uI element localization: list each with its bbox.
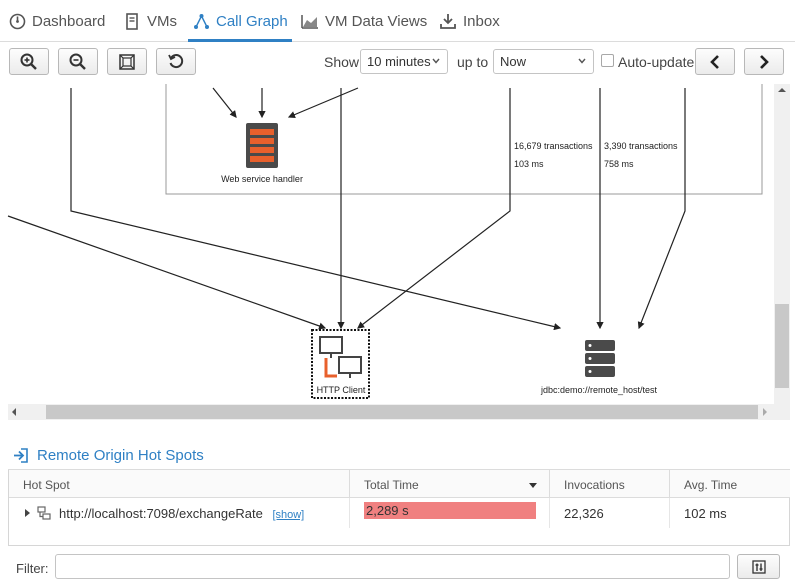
- jdbc-node: jdbc:demo://remote_host/test: [540, 340, 658, 395]
- previous-button[interactable]: [695, 48, 735, 75]
- horizontal-scrollbar[interactable]: [8, 404, 774, 420]
- column-header-total-time[interactable]: Total Time: [350, 470, 550, 498]
- graph-toolbar: Show 10 minutes up to Now Auto-update: [0, 42, 795, 84]
- edge: [357, 88, 511, 329]
- chevron-down-icon: [578, 58, 586, 64]
- column-header-label: Total Time: [364, 478, 419, 492]
- invocations-cell: 22,326: [550, 498, 670, 528]
- filter-options-button[interactable]: [737, 554, 780, 579]
- hot-spot-url: http://localhost:7098/exchangeRate: [59, 506, 263, 521]
- vm-icon: [123, 12, 141, 30]
- zoom-out-button[interactable]: [58, 48, 98, 75]
- show-label: Show: [324, 54, 360, 70]
- zoom-in-button[interactable]: [9, 48, 49, 75]
- edge: [637, 88, 686, 330]
- server-icon: [246, 123, 278, 168]
- web-service-handler-node: Web service handler: [221, 123, 303, 184]
- column-header-hot-spot[interactable]: Hot Spot: [9, 470, 350, 498]
- database-server-icon: [585, 340, 615, 377]
- show-link[interactable]: [show]: [272, 509, 304, 521]
- tab-dashboard[interactable]: Dashboard: [8, 0, 105, 42]
- scroll-right-icon[interactable]: [763, 408, 767, 416]
- edge-label-transactions: 3,390 transactions: [604, 141, 678, 151]
- edge: [70, 88, 562, 331]
- refresh-icon: [168, 53, 184, 68]
- time-range-select[interactable]: 10 minutes: [360, 49, 448, 74]
- edge: [212, 87, 237, 118]
- auto-update-label: Auto-update: [618, 54, 695, 70]
- upto-value: Now: [500, 54, 527, 69]
- tab-call-graph[interactable]: Call Graph: [188, 0, 292, 42]
- tab-label: VM Data Views: [325, 12, 428, 30]
- horizontal-scroll-thumb[interactable]: [46, 405, 758, 419]
- total-time-cell: 2,289 s: [350, 498, 550, 528]
- tab-label: Call Graph: [216, 12, 288, 30]
- main-tab-bar: Dashboard VMs Call Graph VM Data Views I…: [0, 0, 795, 42]
- column-header-label: Invocations: [564, 478, 625, 492]
- remote-origin-hot-spots-tab[interactable]: Remote Origin Hot Spots: [8, 440, 208, 471]
- chevron-down-icon: [432, 58, 440, 64]
- tab-vm-data-views[interactable]: VM Data Views: [301, 0, 427, 42]
- node-label: jdbc:demo://remote_host/test: [540, 385, 658, 395]
- dashboard-icon: [8, 12, 26, 30]
- scroll-up-icon[interactable]: [778, 88, 786, 92]
- chart-icon: [301, 12, 319, 30]
- node-label: HTTP Client: [317, 385, 366, 395]
- sort-descending-icon: [529, 483, 537, 488]
- total-time-value: 2,289 s: [366, 503, 409, 518]
- avg-time-cell: 102 ms: [684, 506, 727, 521]
- fit-icon: [119, 53, 135, 70]
- edge: [7, 215, 327, 330]
- http-client-node: HTTP Client: [311, 329, 370, 399]
- auto-update-checkbox[interactable]: [601, 54, 614, 67]
- time-range-value: 10 minutes: [367, 54, 431, 69]
- fit-to-window-button[interactable]: [107, 48, 147, 75]
- node-label: Web service handler: [221, 174, 303, 184]
- tab-label: VMs: [147, 12, 177, 30]
- total-time-bar: 2,289 s: [364, 502, 536, 519]
- tab-inbox[interactable]: Inbox: [439, 0, 500, 42]
- edge: [287, 87, 359, 118]
- filter-settings-icon: [751, 559, 766, 574]
- http-client-icon: [319, 336, 362, 378]
- chevron-right-icon: [760, 54, 769, 69]
- chevron-left-icon: [710, 54, 719, 69]
- column-header-label: Hot Spot: [23, 478, 70, 492]
- edge-label-transactions: 16,679 transactions: [514, 141, 593, 151]
- tab-label: Inbox: [463, 12, 500, 30]
- scroll-left-icon[interactable]: [12, 408, 16, 416]
- column-header-label: Avg. Time: [684, 478, 738, 492]
- next-button[interactable]: [744, 48, 784, 75]
- upto-select[interactable]: Now: [493, 49, 594, 74]
- edge-label-time: 758 ms: [604, 159, 634, 169]
- reset-button[interactable]: [156, 48, 196, 75]
- expand-arrow-icon[interactable]: [24, 509, 31, 517]
- panel-title: Remote Origin Hot Spots: [37, 446, 204, 464]
- vertical-scroll-thumb[interactable]: [775, 304, 789, 388]
- column-header-avg-time[interactable]: Avg. Time: [670, 470, 790, 498]
- download-icon: [439, 12, 457, 30]
- filter-label: Filter:: [16, 561, 49, 576]
- call-graph-canvas[interactable]: 16,679 transactions 103 ms 3,390 transac…: [0, 84, 774, 404]
- zoom-in-icon: [20, 53, 37, 70]
- call-graph-icon: [192, 12, 210, 30]
- zoom-out-icon: [69, 53, 86, 70]
- enter-icon: [14, 447, 28, 463]
- call-graph-svg: 16,679 transactions 103 ms 3,390 transac…: [7, 84, 763, 399]
- edge-label-time: 103 ms: [514, 159, 544, 169]
- column-header-invocations[interactable]: Invocations: [550, 470, 670, 498]
- upto-label: up to: [457, 54, 489, 70]
- filter-input[interactable]: [55, 554, 730, 579]
- remote-call-icon: [37, 506, 51, 520]
- tab-label: Dashboard: [32, 12, 106, 30]
- tab-vms[interactable]: VMs: [123, 0, 177, 42]
- hotspots-table: Hot Spot Total Time Invocations Avg. Tim…: [8, 470, 790, 546]
- vertical-scrollbar[interactable]: [774, 84, 790, 420]
